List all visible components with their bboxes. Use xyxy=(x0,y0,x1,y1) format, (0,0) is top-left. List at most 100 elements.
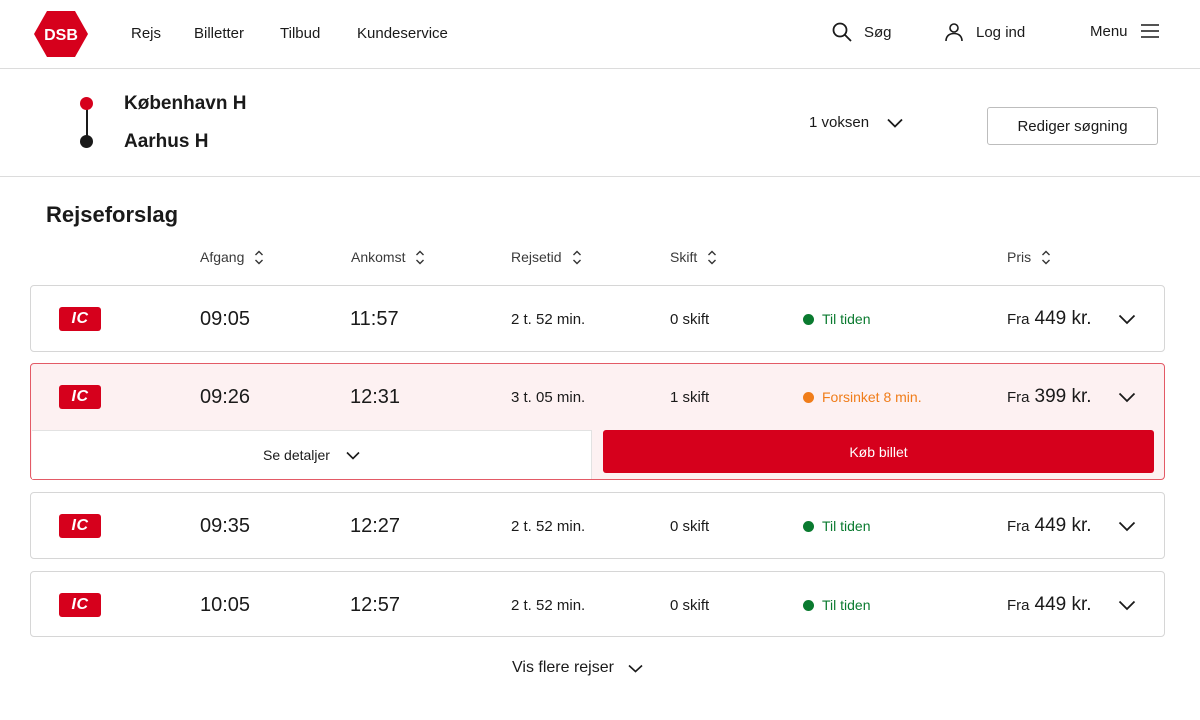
show-more-trips-button[interactable]: Vis flere rejser xyxy=(512,659,643,677)
svg-text:DSB: DSB xyxy=(44,27,78,44)
nav-rejs[interactable]: Rejs xyxy=(131,25,161,42)
arrival-time: 11:57 xyxy=(350,307,399,330)
status-dot-icon xyxy=(803,391,814,403)
sort-icon xyxy=(416,250,425,264)
login-label: Log ind xyxy=(976,23,1026,41)
search-summary: København H Aarhus H 1 voksen Rediger sø… xyxy=(0,69,1200,177)
travel-duration: 2 t. 52 min. xyxy=(511,517,586,535)
destination-dot-icon xyxy=(80,135,93,148)
chevron-down-icon xyxy=(1118,600,1136,610)
search-icon xyxy=(832,22,852,42)
arrival-time: 12:57 xyxy=(350,593,401,616)
price-amount: 449 kr. xyxy=(1034,594,1092,615)
search-button[interactable]: Søg xyxy=(832,22,892,42)
price-amount: 449 kr. xyxy=(1034,515,1092,536)
changes-count: 1 skift xyxy=(670,388,710,406)
trip-row[interactable]: IC 09:35 12:27 2 t. 52 min. 0 skift Til … xyxy=(30,492,1165,559)
expand-button[interactable] xyxy=(1118,572,1136,638)
changes-count: 0 skift xyxy=(670,596,710,614)
trip-row-expanded[interactable]: IC 09:26 12:31 3 t. 05 min. 1 skift Fors… xyxy=(30,363,1165,480)
chevron-down-icon xyxy=(346,451,360,460)
nav-billetter[interactable]: Billetter xyxy=(194,25,244,42)
column-label: Ankomst xyxy=(351,249,406,265)
column-label: Afgang xyxy=(200,249,245,265)
expand-button[interactable] xyxy=(1118,286,1136,352)
arrival-time: 12:31 xyxy=(350,385,401,408)
nav-tilbud[interactable]: Tilbud xyxy=(280,25,320,42)
status-dot-icon xyxy=(803,313,814,325)
departure-time: 09:35 xyxy=(200,514,251,537)
price-prefix: Fra xyxy=(1007,310,1030,328)
chevron-down-icon xyxy=(1118,521,1136,531)
train-type: IC xyxy=(59,493,101,559)
sort-icon xyxy=(255,250,264,264)
status-dot-icon xyxy=(803,599,814,611)
results-title: Rejseforslag xyxy=(46,202,179,227)
destination-station: Aarhus H xyxy=(124,131,209,152)
see-details-label: Se detaljer xyxy=(263,447,330,463)
departure-time: 09:26 xyxy=(200,385,251,408)
sort-arrival[interactable]: Ankomst xyxy=(351,249,425,265)
trip-row[interactable]: IC 09:05 11:57 2 t. 52 min. 0 skift Til … xyxy=(30,285,1165,352)
changes-count: 0 skift xyxy=(670,310,710,328)
status-indicator: Til tiden xyxy=(803,572,871,638)
ic-badge: IC xyxy=(59,593,101,617)
price: Fra 449 kr. xyxy=(1007,286,1092,352)
show-more-label: Vis flere rejser xyxy=(512,659,614,676)
price: Fra 449 kr. xyxy=(1007,572,1092,638)
edit-search-button[interactable]: Rediger søgning xyxy=(987,107,1158,145)
chevron-down-icon xyxy=(887,118,903,128)
price-prefix: Fra xyxy=(1007,596,1030,614)
see-details-button[interactable]: Se detaljer xyxy=(32,430,592,479)
buy-ticket-button[interactable]: Køb billet xyxy=(603,430,1154,473)
sort-icon xyxy=(708,250,717,264)
sort-icon xyxy=(1042,250,1051,264)
price-prefix: Fra xyxy=(1007,388,1030,406)
train-type: IC xyxy=(59,572,101,638)
expand-button[interactable] xyxy=(1118,364,1136,430)
travel-duration: 3 t. 05 min. xyxy=(511,388,586,406)
origin-station: København H xyxy=(124,93,247,114)
status-text: Til tiden xyxy=(822,597,871,613)
ic-badge: IC xyxy=(59,385,101,409)
ic-badge: IC xyxy=(59,514,101,538)
sort-departure[interactable]: Afgang xyxy=(200,249,264,265)
column-label: Skift xyxy=(670,249,698,265)
chevron-down-icon xyxy=(1118,392,1136,402)
trip-row[interactable]: IC 10:05 12:57 2 t. 52 min. 0 skift Til … xyxy=(30,571,1165,637)
passenger-label: 1 voksen xyxy=(809,114,870,131)
hamburger-icon xyxy=(1140,24,1159,38)
departure-time: 09:05 xyxy=(200,307,251,330)
changes-count: 0 skift xyxy=(670,517,710,535)
column-label: Rejsetid xyxy=(511,249,562,265)
menu-button[interactable]: Menu xyxy=(1090,22,1160,40)
dsb-logo[interactable]: DSB xyxy=(33,10,89,58)
sort-duration[interactable]: Rejsetid xyxy=(511,249,582,265)
price-prefix: Fra xyxy=(1007,517,1030,535)
nav-kundeservice[interactable]: Kundeservice xyxy=(357,25,448,42)
sort-price[interactable]: Pris xyxy=(1007,249,1051,265)
status-indicator: Forsinket 8 min. xyxy=(803,364,922,430)
search-label: Søg xyxy=(864,23,892,41)
status-indicator: Til tiden xyxy=(803,493,871,559)
origin-dot-icon xyxy=(80,97,93,110)
chevron-down-icon xyxy=(628,664,643,673)
login-button[interactable]: Log ind xyxy=(944,22,1025,42)
price: Fra 399 kr. xyxy=(1007,364,1092,430)
passenger-select[interactable]: 1 voksen xyxy=(809,114,903,131)
status-text: Forsinket 8 min. xyxy=(822,389,922,405)
price-amount: 399 kr. xyxy=(1034,386,1092,407)
price: Fra 449 kr. xyxy=(1007,493,1092,559)
train-type: IC xyxy=(59,364,101,430)
status-text: Til tiden xyxy=(822,311,871,327)
chevron-down-icon xyxy=(1118,314,1136,324)
ic-badge: IC xyxy=(59,307,101,331)
arrival-time: 12:27 xyxy=(350,514,401,537)
sort-changes[interactable]: Skift xyxy=(670,249,717,265)
departure-time: 10:05 xyxy=(200,593,251,616)
expand-button[interactable] xyxy=(1118,493,1136,559)
user-icon xyxy=(945,23,963,42)
menu-label: Menu xyxy=(1090,22,1128,40)
status-dot-icon xyxy=(803,520,814,532)
train-type: IC xyxy=(59,286,101,352)
